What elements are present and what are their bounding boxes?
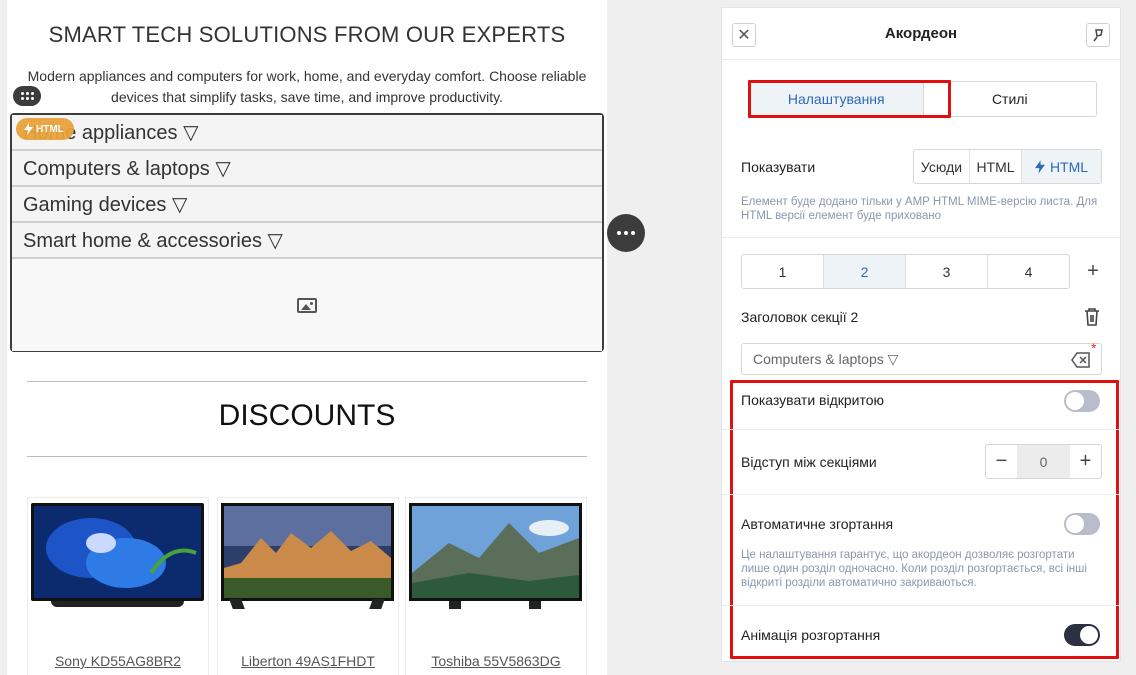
divider: [722, 237, 1120, 238]
clear-input-icon[interactable]: [1071, 352, 1091, 368]
spacing-value[interactable]: 0: [1017, 445, 1070, 478]
lightning-icon: [24, 123, 33, 135]
animation-toggle[interactable]: [1064, 624, 1100, 646]
drag-handle[interactable]: [13, 86, 41, 106]
divider: [27, 456, 587, 457]
show-open-toggle[interactable]: [1064, 390, 1100, 412]
show-option-everywhere[interactable]: Усюди: [914, 150, 970, 183]
html-badge-label: HTML: [36, 123, 64, 135]
dot-icon: [631, 231, 635, 235]
show-option-html[interactable]: HTML: [970, 150, 1022, 183]
auto-collapse-toggle[interactable]: [1064, 513, 1100, 535]
pin-icon: [1093, 29, 1103, 42]
auto-collapse-label: Автоматичне згортання: [741, 516, 894, 532]
delete-section-icon[interactable]: [1083, 307, 1101, 327]
show-open-label: Показувати відкритою: [741, 392, 885, 408]
email-canvas: SMART TECH SOLUTIONS FROM OUR EXPERTS Mo…: [7, 0, 607, 675]
divider: [722, 605, 1120, 606]
product-card[interactable]: Toshiba 55V5863DG: [405, 497, 587, 675]
section-tab-4[interactable]: 4: [988, 255, 1069, 288]
spacing-stepper: − 0 +: [985, 444, 1102, 479]
show-hint: Елемент буде додано тільки у AMP HTML MI…: [741, 196, 1098, 222]
highlight-frame: [748, 80, 951, 118]
section-title-label: Заголовок секції 2: [741, 309, 859, 325]
auto-collapse-hint: Це налаштування гарантує, що акордеон до…: [741, 549, 1087, 589]
lightning-icon: [1034, 159, 1045, 174]
product-name[interactable]: Toshiba 55V5863DG: [406, 653, 586, 669]
section-tab-1[interactable]: 1: [742, 255, 824, 288]
more-options-button[interactable]: [607, 214, 645, 252]
product-card[interactable]: Sony KD55AG8BR2: [27, 497, 209, 675]
accordion-item[interactable]: Smart home & accessories ▽: [12, 223, 602, 259]
dot-icon: [624, 231, 628, 235]
section-title-input[interactable]: Computers & laptops ▽: [741, 343, 1102, 375]
drag-dots-icon: [20, 92, 34, 100]
accordion-item[interactable]: Home appliances ▽: [12, 115, 602, 151]
product-image: [221, 503, 394, 613]
divider: [722, 494, 1120, 495]
animation-label: Анімація розгортання: [741, 627, 881, 643]
plus-icon: +: [1087, 260, 1099, 282]
hero-text: Modern appliances and computers for work…: [27, 68, 587, 105]
product-name[interactable]: Liberton 49AS1FHDT: [218, 653, 398, 669]
product-image: [409, 503, 582, 613]
panel-header: ✕ Акордеон: [722, 8, 1120, 60]
spacing-label: Відступ між секціями: [741, 454, 877, 470]
show-label: Показувати: [741, 159, 816, 175]
section-selector: 1 2 3 4: [741, 254, 1070, 289]
decrement-button[interactable]: −: [986, 445, 1017, 478]
pin-button[interactable]: [1086, 23, 1110, 47]
discounts-title: DISCOUNTS: [218, 399, 396, 432]
show-selector: Усюди HTML HTML: [913, 149, 1102, 184]
accordion-block[interactable]: Home appliances ▽ Computers & laptops ▽ …: [10, 113, 604, 352]
accordion-item[interactable]: Computers & laptops ▽: [12, 151, 602, 187]
accordion-content: [12, 259, 602, 351]
show-option-amp-label: HTML: [1049, 158, 1089, 175]
section-tab-2[interactable]: 2: [824, 255, 906, 288]
image-placeholder-icon: [297, 297, 317, 313]
show-option-amp-html[interactable]: HTML: [1022, 150, 1101, 183]
settings-panel: ✕ Акордеон Налаштування Стилі Показувати…: [721, 7, 1121, 662]
divider: [722, 429, 1120, 430]
panel-title: Акордеон: [884, 25, 958, 42]
increment-button[interactable]: +: [1070, 445, 1101, 478]
divider: [27, 381, 587, 382]
section-tab-3[interactable]: 3: [906, 255, 988, 288]
product-name[interactable]: Sony KD55AG8BR2: [28, 653, 208, 669]
product-image: [31, 503, 204, 613]
section-title-value: Computers & laptops ▽: [753, 350, 899, 367]
hero-title: SMART TECH SOLUTIONS FROM OUR EXPERTS: [48, 22, 566, 47]
dot-icon: [617, 231, 621, 235]
required-mark: *: [1091, 340, 1097, 356]
product-card[interactable]: Liberton 49AS1FHDT: [217, 497, 399, 675]
add-section-button[interactable]: +: [1084, 254, 1102, 289]
accordion-item[interactable]: Gaming devices ▽: [12, 187, 602, 223]
html-badge: HTML: [16, 118, 74, 140]
